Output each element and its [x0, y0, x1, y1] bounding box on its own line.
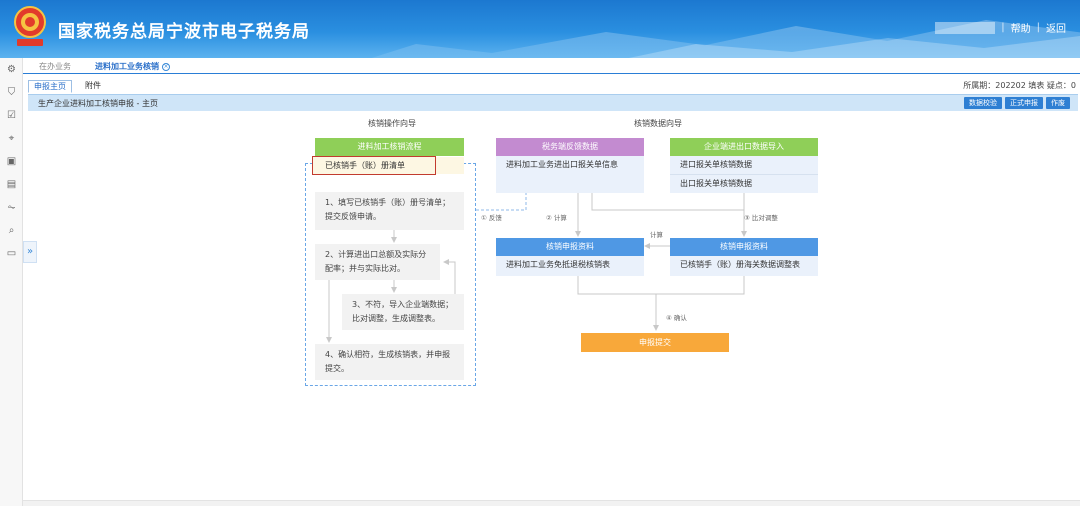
briefcase-icon[interactable]: ▣	[0, 150, 23, 173]
highlight-strip	[436, 157, 464, 174]
feedback-label: ① 反馈	[481, 214, 502, 222]
top-tab-bar: 在办业务 进料加工业务核销 ×	[23, 58, 1080, 74]
exemption-verification-table-item[interactable]: 进料加工业务免抵退税核销表	[496, 256, 644, 274]
submit-declaration-button[interactable]: 申报提交	[581, 333, 729, 352]
sidebar-expand-handle[interactable]: »	[23, 241, 37, 263]
site-title: 国家税务总局宁波市电子税务局	[58, 22, 310, 42]
gear-icon[interactable]: ⚙	[0, 58, 23, 81]
close-tab-icon[interactable]: ×	[162, 62, 170, 71]
enterprise-import-body: 进口报关单核销数据 出口报关单核销数据	[670, 156, 818, 193]
tax-feedback-body: 进料加工业务进出口报关单信息	[496, 156, 644, 193]
compare-label: ③ 比对调整	[744, 214, 778, 222]
tax-feedback-item[interactable]: 进料加工业务进出口报关单信息	[496, 156, 644, 174]
report-data-body-left: 进料加工业务免抵退税核销表	[496, 256, 644, 276]
export-declaration-item[interactable]: 出口报关单核销数据	[670, 174, 818, 192]
guide-step-2: 2、计算进出口总额及实际分配率；并与实际比对。	[315, 244, 440, 280]
guide-section-label: 核销操作向导	[368, 119, 416, 128]
guide-step-3: 3、不符，导入企业端数据；比对调整，生成调整表。	[342, 294, 464, 330]
verified-handbook-list-item[interactable]: 已核销手（账）册清单	[312, 156, 436, 175]
app-header: 国家税务总局宁波市电子税务局 | 帮助 | 返回	[0, 0, 1080, 58]
tax-feedback-header: 税务端反馈数据	[496, 138, 644, 156]
help-link[interactable]: 帮助	[1011, 20, 1031, 35]
page-title: 生产企业进料加工核销申报 - 主页	[38, 99, 158, 108]
tab-label: 进料加工业务核销	[95, 62, 159, 71]
customs-adjustment-table-item[interactable]: 已核销手（账）册海关数据调整表	[670, 256, 818, 274]
calc2-label: 计算	[650, 231, 663, 239]
chart-icon[interactable]: ⏦	[0, 196, 23, 219]
process-flow-header: 进料加工核销流程	[315, 138, 464, 156]
header-divider: |	[1001, 22, 1005, 33]
report-data-header-left: 核销申报资料	[496, 238, 644, 256]
left-sidebar: ⚙ ⛉ ☑ ⌖ ▣ ▤ ⏦ ⌕ ▭	[0, 58, 23, 506]
national-emblem-icon	[14, 6, 46, 46]
toolbar: 数据校验 正式申报 作废	[964, 97, 1070, 109]
header-links: | 帮助 | 返回	[935, 20, 1066, 35]
import-declaration-item[interactable]: 进口报关单核销数据	[670, 156, 818, 174]
period-info: 所属期：202202 填表 疑点：0	[963, 81, 1076, 90]
header-divider: |	[1036, 22, 1040, 33]
guide-step-4: 4、确认相符，生成核销表，并申报提交。	[315, 344, 464, 380]
void-button[interactable]: 作废	[1046, 97, 1070, 109]
tab-in-progress[interactable]: 在办业务	[39, 61, 71, 72]
back-link[interactable]: 返回	[1046, 20, 1066, 35]
bottom-status-bar	[23, 500, 1080, 506]
confirm-label: ④ 确认	[666, 314, 687, 322]
formal-submit-button[interactable]: 正式申报	[1005, 97, 1043, 109]
user-name-masked	[935, 21, 996, 34]
id-card-icon[interactable]: ▭	[0, 242, 23, 265]
tab-attachment[interactable]: 附件	[80, 80, 106, 93]
location-icon[interactable]: ⌖	[0, 127, 23, 150]
data-check-button[interactable]: 数据校验	[964, 97, 1002, 109]
search-icon[interactable]: ⌕	[0, 219, 23, 242]
report-data-header-right: 核销申报资料	[670, 238, 818, 256]
page-header-bar: 生产企业进料加工核销申报 - 主页 数据校验 正式申报 作废	[28, 94, 1078, 111]
report-data-body-right: 已核销手（账）册海关数据调整表	[670, 256, 818, 276]
sub-tab-bar: 申报主页 附件 所属期：202202 填表 疑点：0	[28, 80, 1078, 93]
shield-check-icon[interactable]: ⛉	[0, 81, 23, 104]
tab-declaration-home[interactable]: 申报主页	[28, 80, 72, 93]
checkbox-icon[interactable]: ☑	[0, 104, 23, 127]
tab-processing-verification[interactable]: 进料加工业务核销 ×	[95, 61, 170, 72]
calc-label: ② 计算	[546, 214, 567, 222]
enterprise-import-header: 企业端进出口数据导入	[670, 138, 818, 156]
calendar-icon[interactable]: ▤	[0, 173, 23, 196]
guide-step-1: 1、填写已核销手（账）册号清单；提交反馈申请。	[315, 192, 464, 230]
data-section-label: 核销数据向导	[634, 119, 682, 128]
